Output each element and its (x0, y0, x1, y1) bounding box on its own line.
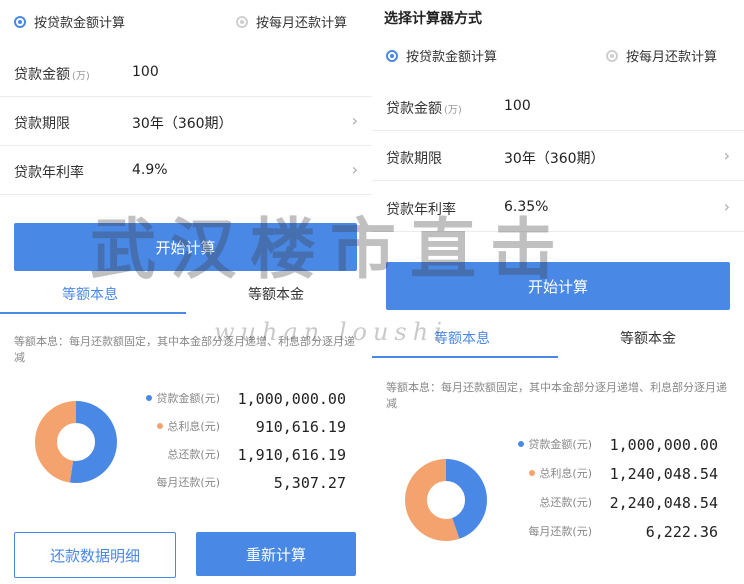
loan-amount-input[interactable]: 100 (132, 64, 159, 80)
chevron-right-icon: › (723, 146, 730, 165)
loan-amount-field[interactable]: 贷款金额 (万) 100 (0, 48, 372, 97)
loan-term-value: 30年（360期） (504, 151, 605, 167)
repayment-tabs: 等额本息 等额本金 (372, 320, 744, 358)
section-title: 选择计算器方式 (384, 11, 482, 27)
tab-equal-payment[interactable]: 等额本息 (62, 284, 118, 304)
repayment-donut-chart (35, 401, 117, 483)
annual-rate-value: 4.9% (132, 162, 168, 178)
repayment-stats: 贷款金额(元) 1,000,000.00 总利息(元) 1,240,048.54… (512, 436, 718, 546)
calc-mode-radios: 按贷款金额计算 按每月还款计算 (372, 46, 744, 70)
radio-unselected-icon (606, 49, 618, 62)
chevron-right-icon: › (723, 197, 730, 216)
principal-dot-icon (518, 441, 525, 447)
left-calculator-panel: 按贷款金额计算 按每月还款计算 贷款金额 (万) 100 贷款期限 30年（360… (0, 0, 372, 584)
tab-equal-principal[interactable]: 等额本金 (620, 328, 676, 348)
active-tab-indicator (0, 312, 186, 314)
repayment-stats: 贷款金额(元) 1,000,000.00 总利息(元) 910,616.19 总… (140, 390, 346, 500)
loan-term-field[interactable]: 贷款期限 30年（360期） › (372, 132, 744, 181)
loan-term-value: 30年（360期） (132, 116, 233, 132)
radio-selected-icon (14, 15, 26, 28)
annual-rate-field[interactable]: 贷款年利率 6.35% › (372, 183, 744, 232)
start-calc-button[interactable]: 开始计算 (14, 223, 357, 271)
active-tab-indicator (372, 356, 558, 358)
interest-dot-icon (157, 423, 164, 429)
tab-equal-payment[interactable]: 等额本息 (434, 328, 490, 348)
radio-unselected-icon (236, 15, 248, 28)
radio-by-loan-amount[interactable]: 按贷款金额计算 (14, 12, 125, 31)
repayment-tabs: 等额本息 等额本金 (0, 276, 372, 314)
chevron-right-icon: › (351, 111, 358, 130)
annual-rate-field[interactable]: 贷款年利率 4.9% › (0, 146, 372, 195)
loan-amount-input[interactable]: 100 (504, 98, 531, 114)
repayment-description: 等额本息：每月还款额固定，其中本金部分逐月递增、利息部分逐月递减 (14, 335, 355, 364)
interest-dot-icon (529, 470, 536, 476)
radio-by-loan-amount[interactable]: 按贷款金额计算 (386, 46, 497, 65)
right-calculator-panel: 选择计算器方式 按贷款金额计算 按每月还款计算 贷款金额 (万) 100 贷款期限… (372, 0, 744, 584)
tab-equal-principal[interactable]: 等额本金 (248, 284, 304, 304)
annual-rate-value: 6.35% (504, 199, 549, 215)
start-calc-button[interactable]: 开始计算 (386, 262, 730, 310)
calc-mode-radios: 按贷款金额计算 按每月还款计算 (0, 12, 372, 36)
radio-selected-icon (386, 49, 398, 62)
loan-amount-field[interactable]: 贷款金额 (万) 100 (372, 82, 744, 131)
repayment-donut-chart (405, 459, 487, 541)
loan-term-field[interactable]: 贷款期限 30年（360期） › (0, 97, 372, 146)
repayment-description: 等额本息：每月还款额固定，其中本金部分逐月递增、利息部分逐月递减 (386, 381, 727, 410)
principal-dot-icon (146, 395, 153, 401)
radio-by-monthly-payment[interactable]: 按每月还款计算 (606, 46, 717, 65)
repayment-detail-button[interactable]: 还款数据明细 (14, 532, 176, 578)
recalculate-button[interactable]: 重新计算 (196, 532, 356, 576)
chevron-right-icon: › (351, 160, 358, 179)
radio-by-monthly-payment[interactable]: 按每月还款计算 (236, 12, 347, 31)
